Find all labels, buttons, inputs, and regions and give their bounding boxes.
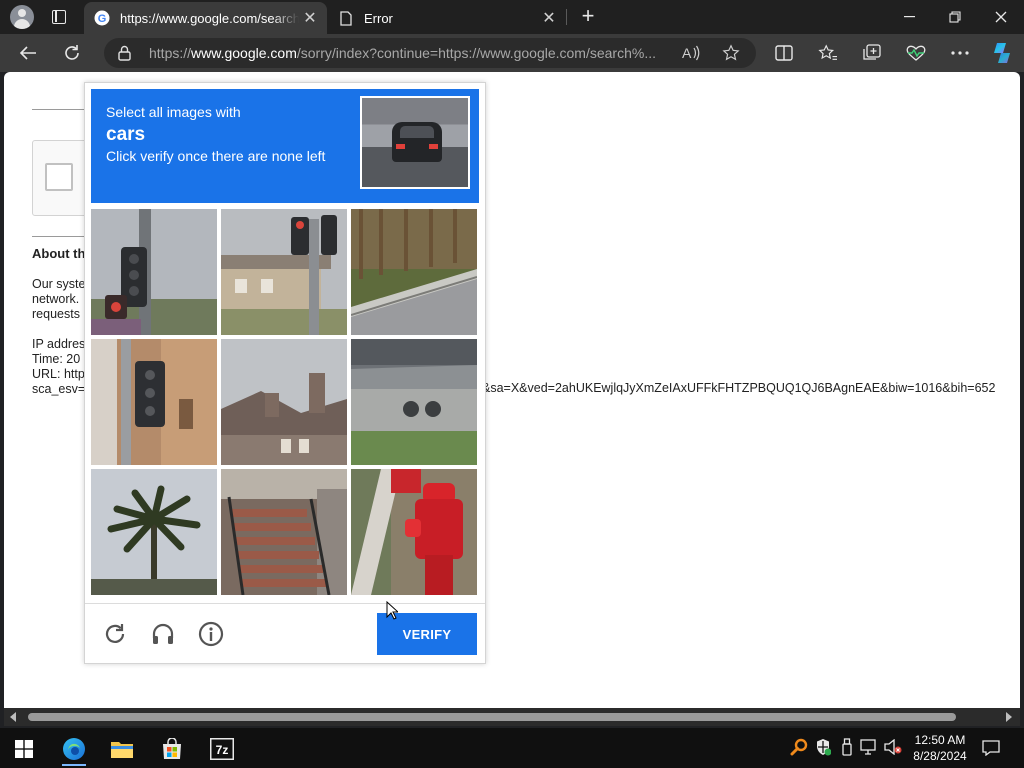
copilot-icon[interactable] [990, 41, 1014, 65]
windows-taskbar: 7z 12:50 AM 8/28/2024 [0, 728, 1024, 768]
horizontal-scrollbar[interactable] [4, 708, 1020, 726]
recaptcha-widget [32, 140, 92, 216]
refresh-icon[interactable] [60, 41, 84, 65]
paragraph-line: requests [32, 307, 80, 321]
read-aloud-icon[interactable]: A [682, 44, 700, 62]
url-label: URL: http [32, 367, 85, 381]
edge-browser-icon[interactable] [54, 732, 94, 766]
tab-google-search[interactable]: G https://www.google.com/search?q=... ✕ [84, 2, 327, 34]
sample-car-image [360, 96, 470, 189]
browser-title-bar: G https://www.google.com/search?q=... ✕ … [0, 0, 1024, 34]
collections-icon[interactable] [860, 41, 884, 65]
back-arrow-icon[interactable] [16, 41, 40, 65]
browser-essentials-icon[interactable] [904, 41, 928, 65]
lock-icon[interactable] [118, 45, 131, 66]
web-page: About th Our syste network. requests IP … [4, 72, 1020, 708]
file-explorer-icon[interactable] [102, 732, 142, 766]
audio-challenge-icon[interactable] [149, 620, 177, 648]
about-heading: About th [32, 246, 86, 261]
scroll-left-icon[interactable] [10, 712, 16, 722]
captcha-tile-guardrail-road[interactable] [351, 209, 477, 335]
instruction-subtext: Click verify once there are none left [106, 148, 326, 164]
microsoft-store-icon[interactable] [152, 732, 192, 766]
info-icon[interactable] [197, 620, 225, 648]
close-tab-icon[interactable]: ✕ [538, 7, 560, 29]
page-icon [338, 10, 354, 26]
svg-text:7z: 7z [216, 743, 229, 757]
notifications-icon[interactable] [982, 739, 1000, 757]
instruction-text: Select all images with [106, 104, 241, 120]
minimize-icon[interactable] [886, 0, 932, 34]
more-options-icon[interactable] [948, 41, 972, 65]
captcha-tile-palm-tree[interactable] [91, 469, 217, 595]
clock-date: 8/28/2024 [913, 749, 967, 763]
time-label: Time: 20 [32, 352, 81, 366]
profile-avatar[interactable] [10, 5, 34, 29]
tab-title: https://www.google.com/search?q=... [120, 10, 299, 26]
sca-label: sca_esv= [32, 382, 86, 396]
address-bar[interactable]: https://www.google.com/sorry/index?conti… [104, 38, 756, 68]
favorite-star-icon[interactable] [722, 44, 740, 62]
scroll-right-icon[interactable] [1006, 712, 1012, 722]
paragraph-line: Our syste [32, 277, 86, 291]
paragraph-line: network. [32, 292, 80, 306]
svg-text:G: G [98, 13, 107, 25]
close-window-icon[interactable] [978, 0, 1024, 34]
google-favicon-icon: G [94, 10, 110, 26]
start-windows-icon[interactable] [4, 732, 44, 766]
captcha-tile-fire-hydrant[interactable] [351, 469, 477, 595]
svg-text:A: A [682, 45, 692, 61]
ip-address-label: IP addres [32, 337, 86, 351]
captcha-tile-traffic-light[interactable] [221, 209, 347, 335]
tab-error[interactable]: Error ✕ [328, 2, 566, 34]
captcha-tile-traffic-light[interactable] [91, 209, 217, 335]
captcha-tile-rooftops[interactable] [221, 339, 347, 465]
captcha-instructions: Select all images with cars Click verify… [91, 89, 479, 203]
favorites-icon[interactable] [816, 41, 840, 65]
close-tab-icon[interactable]: ✕ [299, 7, 321, 29]
navigation-bar: https://www.google.com/sorry/index?conti… [0, 34, 1024, 72]
system-clock[interactable]: 12:50 AM 8/28/2024 [900, 732, 980, 764]
not-robot-checkbox[interactable] [45, 163, 73, 191]
target-object: cars [106, 124, 146, 145]
reload-challenge-icon[interactable] [101, 620, 129, 648]
usb-device-icon[interactable] [838, 738, 856, 756]
network-icon[interactable] [860, 738, 878, 756]
captcha-challenge-dialog: Select all images with cars Click verify… [84, 82, 486, 664]
captcha-tile-bridge-river[interactable] [351, 339, 477, 465]
captcha-tile-traffic-light[interactable] [91, 339, 217, 465]
windows-security-icon[interactable] [814, 738, 832, 756]
7zip-icon[interactable]: 7z [202, 732, 242, 766]
new-tab-icon[interactable]: + [578, 5, 598, 27]
blocked-url-text: &sa=X&ved=2ahUKEwjlqJyXmZeIAxUFFkFHTZPBQ… [482, 381, 996, 395]
search-magnifier-icon[interactable] [790, 738, 808, 756]
split-screen-icon[interactable] [772, 41, 796, 65]
tab-actions-icon[interactable] [50, 8, 68, 26]
restore-icon[interactable] [932, 0, 978, 34]
mouse-cursor-icon [386, 601, 398, 620]
address-url[interactable]: https://www.google.com/sorry/index?conti… [149, 45, 674, 62]
scrollbar-thumb[interactable] [28, 713, 956, 721]
clock-time: 12:50 AM [914, 733, 966, 747]
captcha-tile-stairs[interactable] [221, 469, 347, 595]
tab-title: Error [364, 10, 393, 26]
